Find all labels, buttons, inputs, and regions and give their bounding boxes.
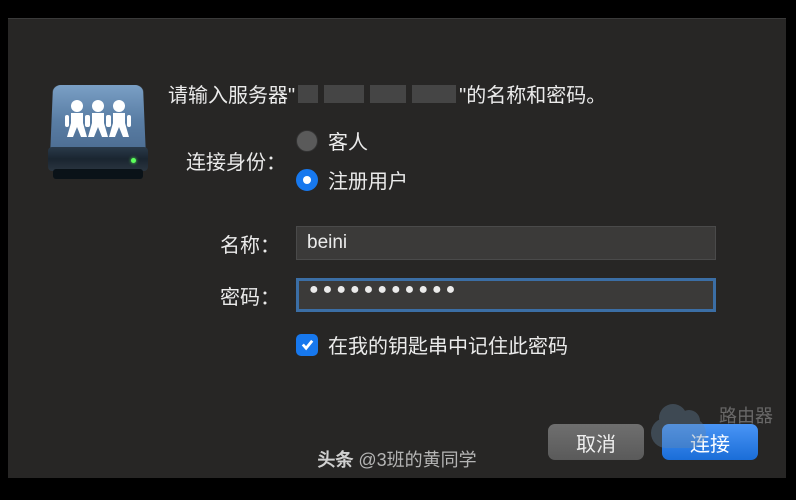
connect-as-row: 连接身份： 客人 注册用户 — [168, 126, 746, 194]
attribution-handle: @3班的黄同学 — [358, 450, 476, 470]
remember-label: 在我的钥匙串中记住此密码 — [328, 330, 568, 359]
watermark-cloud-icon — [651, 408, 706, 448]
prompt-suffix: "的名称和密码。 — [459, 79, 606, 108]
attribution-prefix: 头条 — [317, 450, 358, 470]
connect-as-label: 连接身份： — [168, 146, 296, 175]
icon-column — [48, 79, 168, 359]
password-label: 密码： — [168, 281, 296, 310]
attribution: 头条 @3班的黄同学 — [8, 446, 786, 472]
radio-registered[interactable]: 注册用户 — [296, 165, 408, 194]
password-input[interactable]: ●●●●●●●●●●● — [296, 278, 716, 312]
radio-guest-indicator — [296, 130, 318, 152]
remember-checkbox-row[interactable]: 在我的钥匙串中记住此密码 — [296, 330, 746, 359]
dialog-content: 请输入服务器" "的名称和密码。 连接身份： 客人 注册用户 — [8, 19, 786, 359]
name-label: 名称： — [168, 229, 296, 258]
server-name-redacted — [298, 85, 456, 103]
prompt-text: 请输入服务器" "的名称和密码。 — [168, 79, 746, 108]
credential-fields: 名称： 密码： ●●●●●●●●●●● 在我的钥匙串中记住此密码 — [168, 226, 746, 359]
remember-checkbox — [296, 334, 318, 356]
name-row: 名称： — [168, 226, 746, 260]
radio-registered-label: 注册用户 — [328, 165, 408, 194]
connect-as-radio-group: 客人 注册用户 — [296, 126, 408, 194]
radio-guest-label: 客人 — [328, 126, 368, 155]
password-row: 密码： ●●●●●●●●●●● — [168, 278, 746, 312]
radio-guest[interactable]: 客人 — [296, 126, 408, 155]
network-drive-icon — [48, 79, 148, 189]
prompt-prefix: 请输入服务器" — [168, 79, 295, 108]
check-icon — [300, 337, 315, 352]
watermark-brand: 路由器 — [719, 402, 773, 428]
name-input[interactable] — [296, 226, 716, 260]
radio-registered-indicator — [296, 169, 318, 191]
form-column: 请输入服务器" "的名称和密码。 连接身份： 客人 注册用户 — [168, 79, 746, 359]
auth-dialog: 请输入服务器" "的名称和密码。 连接身份： 客人 注册用户 — [8, 18, 786, 478]
